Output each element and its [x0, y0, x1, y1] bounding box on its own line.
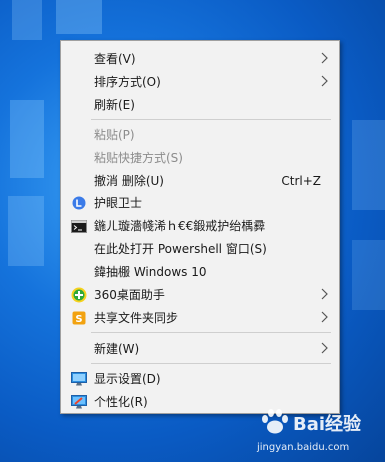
svg-text:S: S [75, 314, 82, 325]
wallpaper-pane [352, 120, 385, 210]
terminal-icon [71, 218, 87, 234]
menu-item-share-sync[interactable]: S 共享文件夹同步 [61, 306, 339, 329]
menu-item-label: 粘贴快捷方式(S) [94, 151, 183, 165]
menu-item-label: 查看(V) [94, 52, 136, 66]
menu-item-label: 护眼卫士 [94, 196, 143, 210]
context-menu: 查看(V) 排序方式(O) 刷新(E) 粘贴(P) 粘贴快捷方式(S) 撤消 删… [60, 40, 340, 414]
menu-item-refresh[interactable]: 刷新(E) [61, 93, 339, 116]
360-icon [71, 287, 87, 303]
watermark-url: jingyan.baidu.com [257, 442, 350, 453]
menu-item-label: 排序方式(O) [94, 75, 161, 89]
menu-item-undo-delete[interactable]: 撤消 删除(U) Ctrl+Z [61, 169, 339, 192]
watermark-title: Bai经验 [293, 414, 362, 435]
chevron-right-icon [321, 288, 328, 300]
menu-item-360-desktop-assistant[interactable]: 360桌面助手 [61, 283, 339, 306]
menu-item-label: 显示设置(D) [94, 372, 161, 386]
menu-item-garbled-command[interactable]: 鍦ㄦ璇濇帴浠ｈ€€鍛戒护绐楀彛 [61, 214, 339, 237]
monitor-icon [71, 371, 87, 387]
menu-item-label: 360桌面助手 [94, 288, 165, 302]
menu-item-display-settings[interactable]: 显示设置(D) [61, 367, 339, 390]
circle-l-icon [71, 195, 87, 211]
menu-item-new[interactable]: 新建(W) [61, 337, 339, 360]
menu-item-shortcut: Ctrl+Z [281, 173, 321, 188]
menu-item-sort[interactable]: 排序方式(O) [61, 70, 339, 93]
menu-item-paste-shortcut[interactable]: 粘贴快捷方式(S) [61, 146, 339, 169]
wallpaper-pane [10, 100, 44, 178]
menu-item-paste[interactable]: 粘贴(P) [61, 123, 339, 146]
wallpaper-pane [352, 240, 385, 310]
menu-item-label: 在此处打开 Powershell 窗口(S) [94, 242, 267, 256]
menu-separator [91, 363, 331, 364]
chevron-right-icon [321, 52, 328, 64]
chevron-right-icon [321, 342, 328, 354]
s-badge-icon: S [71, 310, 87, 326]
chevron-right-icon [321, 311, 328, 323]
menu-item-label: 鍦ㄦ璇濇帴浠ｈ€€鍛戒护绐楀彛 [94, 219, 266, 233]
menu-item-open-powershell[interactable]: 在此处打开 Powershell 窗口(S) [61, 237, 339, 260]
menu-separator [91, 119, 331, 120]
menu-separator [91, 332, 331, 333]
menu-item-label: 个性化(R) [94, 395, 148, 409]
baidu-jingyan-watermark: Bai经验 jingyan.baidu.com [245, 406, 385, 462]
menu-item-label: 鍏抽棴 Windows 10 [94, 265, 207, 279]
paw-logo-icon [262, 409, 288, 434]
menu-item-label: 粘贴(P) [94, 128, 135, 142]
wallpaper-pane [8, 196, 44, 266]
menu-item-label: 刷新(E) [94, 98, 135, 112]
menu-item-label: 新建(W) [94, 342, 140, 356]
menu-item-label: 共享文件夹同步 [94, 311, 179, 325]
menu-item-eye-guard[interactable]: 护眼卫士 [61, 191, 339, 214]
menu-item-garbled-windows[interactable]: 鍏抽棴 Windows 10 [61, 260, 339, 283]
chevron-right-icon [321, 75, 328, 87]
menu-item-label: 撤消 删除(U) [94, 174, 164, 188]
wallpaper-pane [12, 0, 42, 40]
wallpaper-pane [56, 0, 102, 34]
paint-icon [71, 394, 87, 410]
menu-item-view[interactable]: 查看(V) [61, 47, 339, 70]
